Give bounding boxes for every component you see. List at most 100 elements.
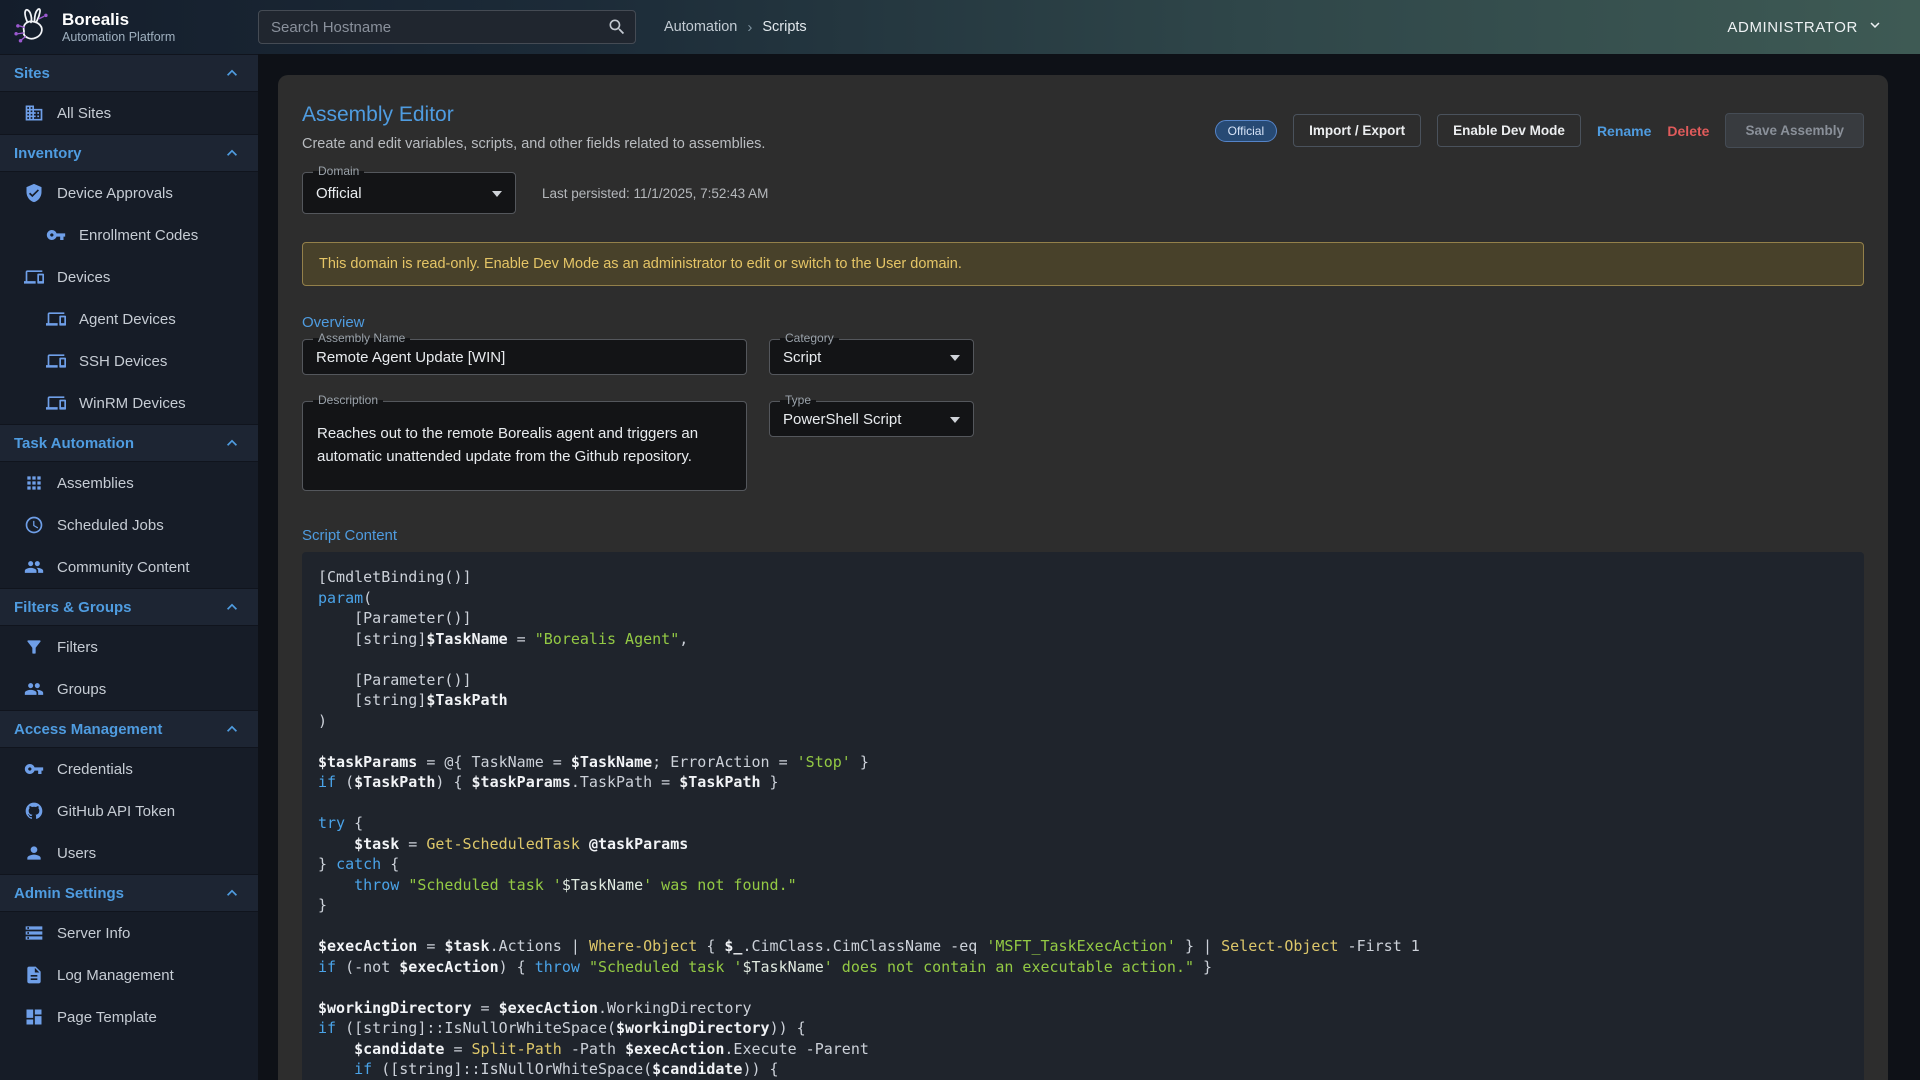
header-actions: Official Import / Export Enable Dev Mode… [1215,113,1864,148]
sidebar-item-github-api-token[interactable]: GitHub API Token [0,790,258,832]
code-line: [string]$TaskName = "Borealis Agent", [318,629,1848,650]
assembly-name-label: Assembly Name [313,331,410,345]
code-line: } [318,895,1848,916]
sidebar-item-log-management[interactable]: Log Management [0,954,258,996]
sidebar-section-filters-groups[interactable]: Filters & Groups [0,588,258,626]
official-badge: Official [1215,120,1277,142]
key-icon [46,225,66,245]
page-subtitle: Create and edit variables, scripts, and … [302,136,765,152]
sidebar-item-groups[interactable]: Groups [0,668,258,710]
layout-icon [24,1007,44,1027]
sidebar-item-ssh-devices[interactable]: SSH Devices [0,340,258,382]
sidebar-item-scheduled-jobs[interactable]: Scheduled Jobs [0,504,258,546]
sidebar-section-task-automation[interactable]: Task Automation [0,424,258,462]
readonly-warning-text: This domain is read-only. Enable Dev Mod… [319,256,962,272]
sidebar-item-agent-devices[interactable]: Agent Devices [0,298,258,340]
sidebar-item-server-info[interactable]: Server Info [0,912,258,954]
page-title: Assembly Editor [302,103,765,127]
sidebar-section-label: Sites [14,65,50,82]
code-line: $task = Get-ScheduledTask @taskParams [318,834,1848,855]
chevron-up-icon [222,63,242,83]
brand: Borealis Automation Platform [0,4,258,51]
sidebar-section-inventory[interactable]: Inventory [0,134,258,172]
assembly-editor-card: Assembly Editor Create and edit variable… [278,75,1888,1080]
breadcrumb-item-automation[interactable]: Automation [664,19,737,35]
sidebar-item-all-sites[interactable]: All Sites [0,92,258,134]
code-line: if ($TaskPath) { $taskParams.TaskPath = … [318,772,1848,793]
sidebar-item-credentials[interactable]: Credentials [0,748,258,790]
sidebar-item-label: Groups [57,681,106,698]
chevron-down-icon [1866,16,1884,38]
script-content-section-label: Script Content [302,527,1864,544]
sidebar-item-assemblies[interactable]: Assemblies [0,462,258,504]
code-line [318,977,1848,998]
assembly-name-field[interactable]: Assembly Name Remote Agent Update [WIN] [302,339,747,375]
sidebar-item-label: Community Content [57,559,190,576]
sidebar-item-label: Device Approvals [57,185,173,202]
sidebar-item-page-template[interactable]: Page Template [0,996,258,1038]
sidebar-section-sites[interactable]: Sites [0,54,258,92]
description-label: Description [313,393,383,407]
description-value: Reaches out to the remote Borealis agent… [317,422,717,469]
borealis-rabbit-logo-icon [10,4,52,51]
code-line [318,731,1848,752]
person-icon [24,843,44,863]
sidebar-item-device-approvals[interactable]: Device Approvals [0,172,258,214]
type-select-label: Type [780,393,816,407]
user-menu[interactable]: ADMINISTRATOR [1727,16,1884,38]
code-line: param( [318,588,1848,609]
sidebar-item-label: Assemblies [57,475,134,492]
search-input[interactable] [258,10,636,44]
sidebar-item-community-content[interactable]: Community Content [0,546,258,588]
chevron-down-icon [492,191,502,197]
code-line [318,793,1848,814]
grid-icon [24,473,44,493]
sidebar-item-winrm-devices[interactable]: WinRM Devices [0,382,258,424]
sidebar-item-label: WinRM Devices [79,395,186,412]
description-field[interactable]: Description Reaches out to the remote Bo… [302,401,747,491]
readonly-warning-banner: This domain is read-only. Enable Dev Mod… [302,242,1864,286]
sidebar-item-label: GitHub API Token [57,803,175,820]
sidebar-item-label: Scheduled Jobs [57,517,164,534]
last-persisted-text: Last persisted: 11/1/2025, 7:52:43 AM [542,186,768,201]
devices-icon [46,351,66,371]
sidebar-item-filters[interactable]: Filters [0,626,258,668]
code-line: try { [318,813,1848,834]
code-line: [Parameter()] [318,670,1848,691]
domain-select-label: Domain [313,164,364,178]
script-content-editor[interactable]: [CmdletBinding()]param( [Parameter()] [s… [302,552,1864,1080]
sidebar-section-label: Admin Settings [14,885,124,902]
rename-button[interactable]: Rename [1597,123,1651,139]
key-icon [24,759,44,779]
sidebar-section-access-management[interactable]: Access Management [0,710,258,748]
import-export-button[interactable]: Import / Export [1293,114,1421,147]
sidebar-item-label: Agent Devices [79,311,176,328]
sidebar-item-enrollment-codes[interactable]: Enrollment Codes [0,214,258,256]
code-line: [string]$TaskPath [318,690,1848,711]
breadcrumb-item-scripts[interactable]: Scripts [762,19,806,35]
search-icon [607,17,627,42]
code-line: [Parameter()] [318,608,1848,629]
sidebar-item-devices[interactable]: Devices [0,256,258,298]
sidebar-item-label: Log Management [57,967,174,984]
code-line: $workingDirectory = $execAction.WorkingD… [318,998,1848,1019]
building-icon [24,103,44,123]
chevron-up-icon [222,143,242,163]
domain-select[interactable]: Domain Official [302,172,516,214]
chevron-up-icon [222,883,242,903]
type-select[interactable]: Type PowerShell Script [769,401,974,437]
delete-button[interactable]: Delete [1667,123,1709,139]
sidebar-nav: Sites All SitesInventory Device Approvals E… [0,54,258,1080]
hostname-search [258,10,636,44]
code-line: if ([string]::IsNullOrWhiteSpace($workin… [318,1018,1848,1039]
main-content: Assembly Editor Create and edit variable… [258,54,1920,1080]
sidebar-item-label: Enrollment Codes [79,227,198,244]
chevron-down-icon [950,355,960,361]
category-select[interactable]: Category Script [769,339,974,375]
sidebar-item-users[interactable]: Users [0,832,258,874]
sidebar-section-admin-settings[interactable]: Admin Settings [0,874,258,912]
sidebar-item-label: Filters [57,639,98,656]
save-assembly-button[interactable]: Save Assembly [1725,113,1864,148]
clock-icon [24,515,44,535]
enable-dev-mode-button[interactable]: Enable Dev Mode [1437,114,1581,147]
